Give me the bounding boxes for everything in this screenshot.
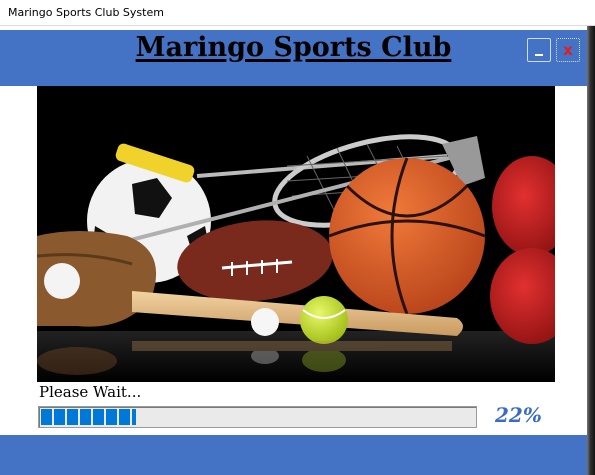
- basketball: [328, 157, 486, 315]
- progress-percent-label: 22%: [495, 403, 542, 427]
- loading-progress-bar: [38, 406, 477, 428]
- golf-ball: [251, 308, 279, 336]
- brand-title: Maringo Sports Club: [135, 32, 452, 63]
- close-button[interactable]: x: [556, 38, 580, 62]
- baseball: [44, 263, 80, 299]
- progress-fill: [41, 409, 136, 425]
- minimize-button[interactable]: [527, 38, 551, 62]
- minimize-icon: [535, 54, 543, 56]
- footer-band: [0, 435, 587, 475]
- header-band: Maringo Sports Club x: [0, 30, 587, 86]
- please-wait-label: Please Wait...: [39, 383, 142, 401]
- sports-equipment-illustration: [37, 86, 555, 382]
- tennis-ball: [300, 296, 348, 344]
- close-icon: x: [563, 41, 573, 59]
- sports-equipment-image: [37, 86, 555, 382]
- window-titlebar[interactable]: Maringo Sports Club System: [0, 0, 595, 26]
- window-shadow-edge: [587, 26, 595, 475]
- window-title: Maringo Sports Club System: [8, 6, 164, 19]
